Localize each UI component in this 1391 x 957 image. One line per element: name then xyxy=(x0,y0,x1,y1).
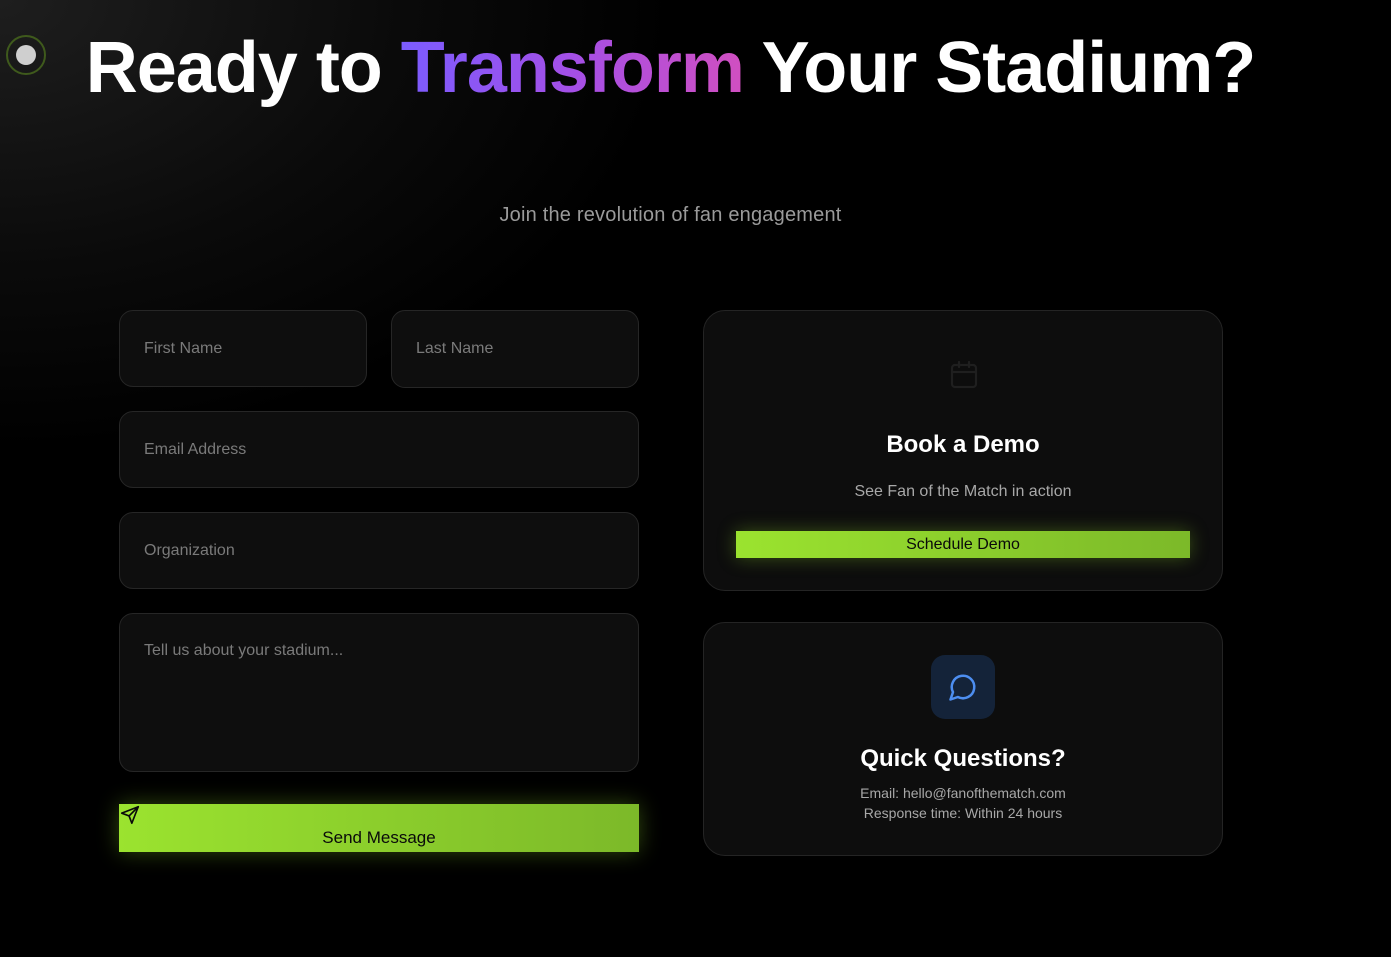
last-name-input[interactable] xyxy=(391,310,639,388)
hero-title-part2: Your Stadium? xyxy=(743,28,1257,108)
contact-email: Email: hello@fanofthematch.com xyxy=(860,785,1066,801)
send-message-button[interactable]: Send Message xyxy=(119,804,639,852)
email-input[interactable] xyxy=(119,411,639,488)
organization-input[interactable] xyxy=(119,512,639,589)
quick-questions-card: Quick Questions? Email: hello@fanofthema… xyxy=(703,622,1223,856)
hero-title-part1: Ready to xyxy=(85,28,401,108)
hero-title: Ready to Transform Your Stadium? xyxy=(0,32,1341,104)
book-demo-title: Book a Demo xyxy=(886,431,1040,458)
schedule-demo-button[interactable]: Schedule Demo xyxy=(736,531,1190,558)
response-time: Response time: Within 24 hours xyxy=(863,805,1063,821)
quick-questions-title: Quick Questions? xyxy=(860,745,1066,772)
hero-title-accent: Transform xyxy=(400,28,745,108)
book-demo-text: See Fan of the Match in action xyxy=(854,483,1072,500)
first-name-input[interactable] xyxy=(119,310,367,387)
send-message-label: Send Message xyxy=(322,828,436,847)
hero-subtitle: Join the revolution of fan engagement xyxy=(499,204,842,226)
book-demo-card: Book a Demo See Fan of the Match in acti… xyxy=(703,310,1223,591)
message-textarea[interactable] xyxy=(119,613,639,772)
chat-badge xyxy=(931,655,995,719)
calendar-icon xyxy=(950,360,978,389)
send-icon xyxy=(120,805,140,825)
chat-bubble-icon xyxy=(949,674,976,701)
